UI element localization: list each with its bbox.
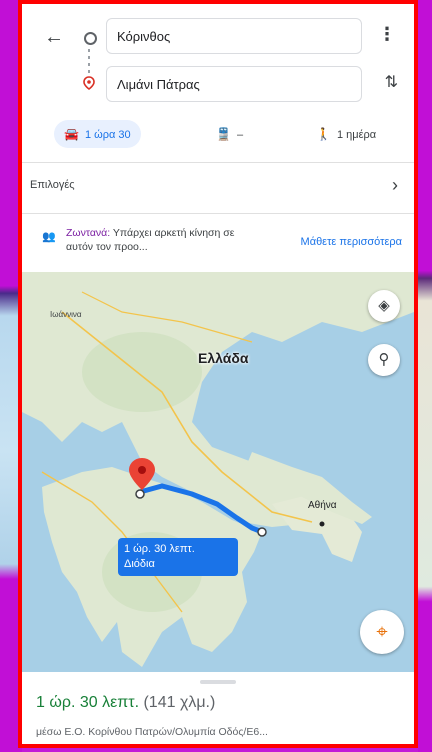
route-duration-label[interactable]: 1 ώρ. 30 λεπτ. Διόδια bbox=[118, 538, 238, 576]
swap-icon[interactable]: ⇅ bbox=[385, 72, 398, 92]
travel-modes: 🚘 1 ώρα 30 🚆 – 🚶 1 ημέρα bbox=[22, 114, 414, 154]
mode-car-label: 1 ώρα 30 bbox=[84, 129, 131, 141]
origin-input[interactable]: Κόρινθος bbox=[106, 18, 362, 54]
route-duration: 1 ώρ. 30 λεπτ. (141 χλμ.) bbox=[36, 694, 215, 712]
city-label-athens: Αθήνα bbox=[308, 500, 337, 511]
route-via: μέσω Ε.Ο. Κορίνθου Πατρών/Ολυμπία Οδός/Ε… bbox=[36, 726, 268, 738]
directions-header: ← Κόρινθος Λιμάνι Πάτρας ⋮ ⇅ 🚘 1 ώρα 30 🚆… bbox=[22, 4, 414, 162]
car-icon: 🚘 bbox=[64, 127, 79, 141]
back-arrow-icon[interactable]: ← bbox=[44, 26, 64, 49]
route-label-time: 1 ώρ. 30 λεπτ. bbox=[124, 543, 195, 555]
more-vert-icon[interactable]: ⋮ bbox=[378, 24, 396, 45]
traffic-people-icon: 👥 bbox=[42, 231, 56, 243]
map-view[interactable]: Ιωάννινα Ελλάδα Αθήνα 1 ώρ. 30 λεπτ. Διό… bbox=[22, 272, 414, 672]
mode-transit-label: – bbox=[236, 129, 244, 141]
mode-car[interactable]: 🚘 1 ώρα 30 bbox=[54, 120, 141, 148]
mode-transit[interactable]: 🚆 – bbox=[216, 120, 243, 148]
mode-walk-label: 1 ημέρα bbox=[336, 129, 377, 141]
drag-handle[interactable] bbox=[200, 680, 236, 684]
options-label: Επιλογές bbox=[30, 179, 75, 191]
options-row[interactable]: Επιλογές › bbox=[22, 163, 414, 213]
destination-pin-icon bbox=[83, 76, 95, 90]
background-right bbox=[418, 0, 432, 752]
map-canvas bbox=[22, 272, 414, 672]
destination-input[interactable]: Λιμάνι Πάτρας bbox=[106, 66, 362, 102]
route-summary-sheet[interactable]: 1 ώρ. 30 λεπτ. (141 χλμ.) μέσω Ε.Ο. Κορί… bbox=[22, 672, 414, 744]
city-label-ioannina: Ιωάννινα bbox=[50, 310, 82, 319]
search-icon[interactable]: ⚲ bbox=[368, 344, 400, 376]
my-location-icon[interactable]: ⌖ bbox=[360, 610, 404, 654]
walk-icon: 🚶 bbox=[316, 127, 331, 141]
route-distance: (141 χλμ.) bbox=[143, 694, 216, 711]
traffic-text: Ζωντανά: Υπάρχει αρκετή κίνηση σε αυτόν … bbox=[66, 226, 262, 254]
route-label-tolls: Διόδια bbox=[124, 558, 155, 570]
traffic-banner: 👥 Ζωντανά: Υπάρχει αρκετή κίνηση σε αυτό… bbox=[22, 214, 414, 272]
chevron-right-icon: › bbox=[392, 175, 398, 195]
mode-walk[interactable]: 🚶 1 ημέρα bbox=[316, 120, 376, 148]
route-connector bbox=[88, 49, 90, 73]
learn-more-link[interactable]: Μάθετε περισσότερα bbox=[301, 236, 402, 248]
country-label: Ελλάδα bbox=[198, 350, 249, 366]
route-duration-value: 1 ώρ. 30 λεπτ. bbox=[36, 694, 140, 711]
traffic-live-label: Ζωντανά: bbox=[66, 227, 111, 239]
layers-icon[interactable]: ◈ bbox=[368, 290, 400, 322]
origin-circle-icon bbox=[84, 32, 97, 45]
maps-directions-panel: ← Κόρινθος Λιμάνι Πάτρας ⋮ ⇅ 🚘 1 ώρα 30 🚆… bbox=[18, 0, 418, 748]
transit-icon: 🚆 bbox=[216, 127, 231, 141]
